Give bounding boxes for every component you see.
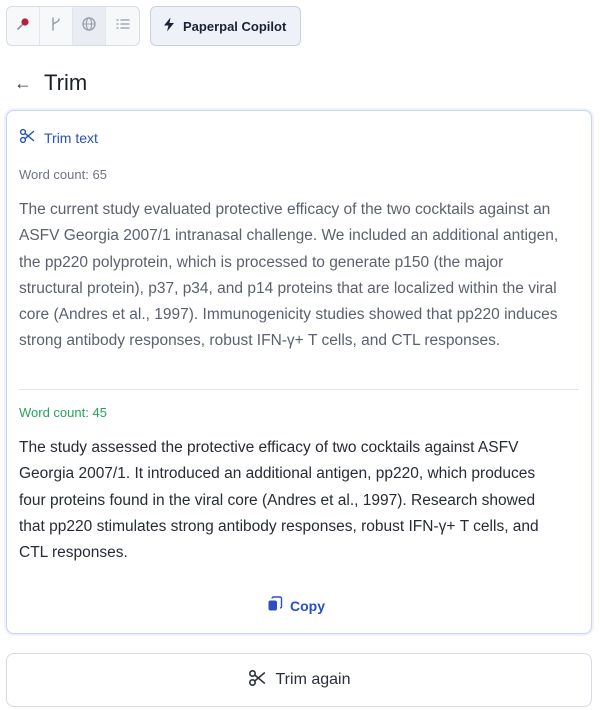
toolbar: Paperpal Copilot xyxy=(6,6,302,46)
list-icon xyxy=(115,17,131,36)
divider xyxy=(19,389,579,390)
original-text: The current study evaluated protective e… xyxy=(19,201,559,350)
back-arrow-icon[interactable]: ← xyxy=(14,74,32,92)
page-header: ← Trim xyxy=(14,70,87,96)
copilot-label: Paperpal Copilot xyxy=(183,18,287,34)
copy-label: Copy xyxy=(290,597,325,614)
trim-again-label: Trim again xyxy=(275,671,351,688)
trimmed-word-count: Word count: 45 xyxy=(19,405,107,420)
list-tool-button[interactable] xyxy=(106,7,139,45)
card-heading-label: Trim text xyxy=(44,129,98,146)
page-title: Trim xyxy=(44,70,88,95)
branch-tool-button[interactable] xyxy=(40,7,73,45)
globe-tool-button[interactable] xyxy=(73,7,106,45)
copy-icon xyxy=(267,596,283,615)
lightning-icon xyxy=(163,17,175,35)
original-word-count: Word count: 65 xyxy=(19,167,107,182)
branch-icon xyxy=(49,16,63,37)
globe-icon xyxy=(81,16,97,37)
card-heading: Trim text xyxy=(19,128,98,147)
paperpal-copilot-button[interactable]: Paperpal Copilot xyxy=(150,6,302,46)
scissors-icon xyxy=(248,669,266,692)
trimmed-text: The study assessed the protective effica… xyxy=(19,439,539,562)
copy-button[interactable]: Copy xyxy=(267,596,325,615)
scissors-icon xyxy=(19,128,35,147)
pin-tool-button[interactable] xyxy=(7,7,40,45)
pin-icon xyxy=(15,16,31,37)
trim-again-button[interactable]: Trim again xyxy=(6,653,592,707)
trim-result-card: Trim text Word count: 65 The current stu… xyxy=(6,110,592,634)
tool-group xyxy=(6,6,140,46)
